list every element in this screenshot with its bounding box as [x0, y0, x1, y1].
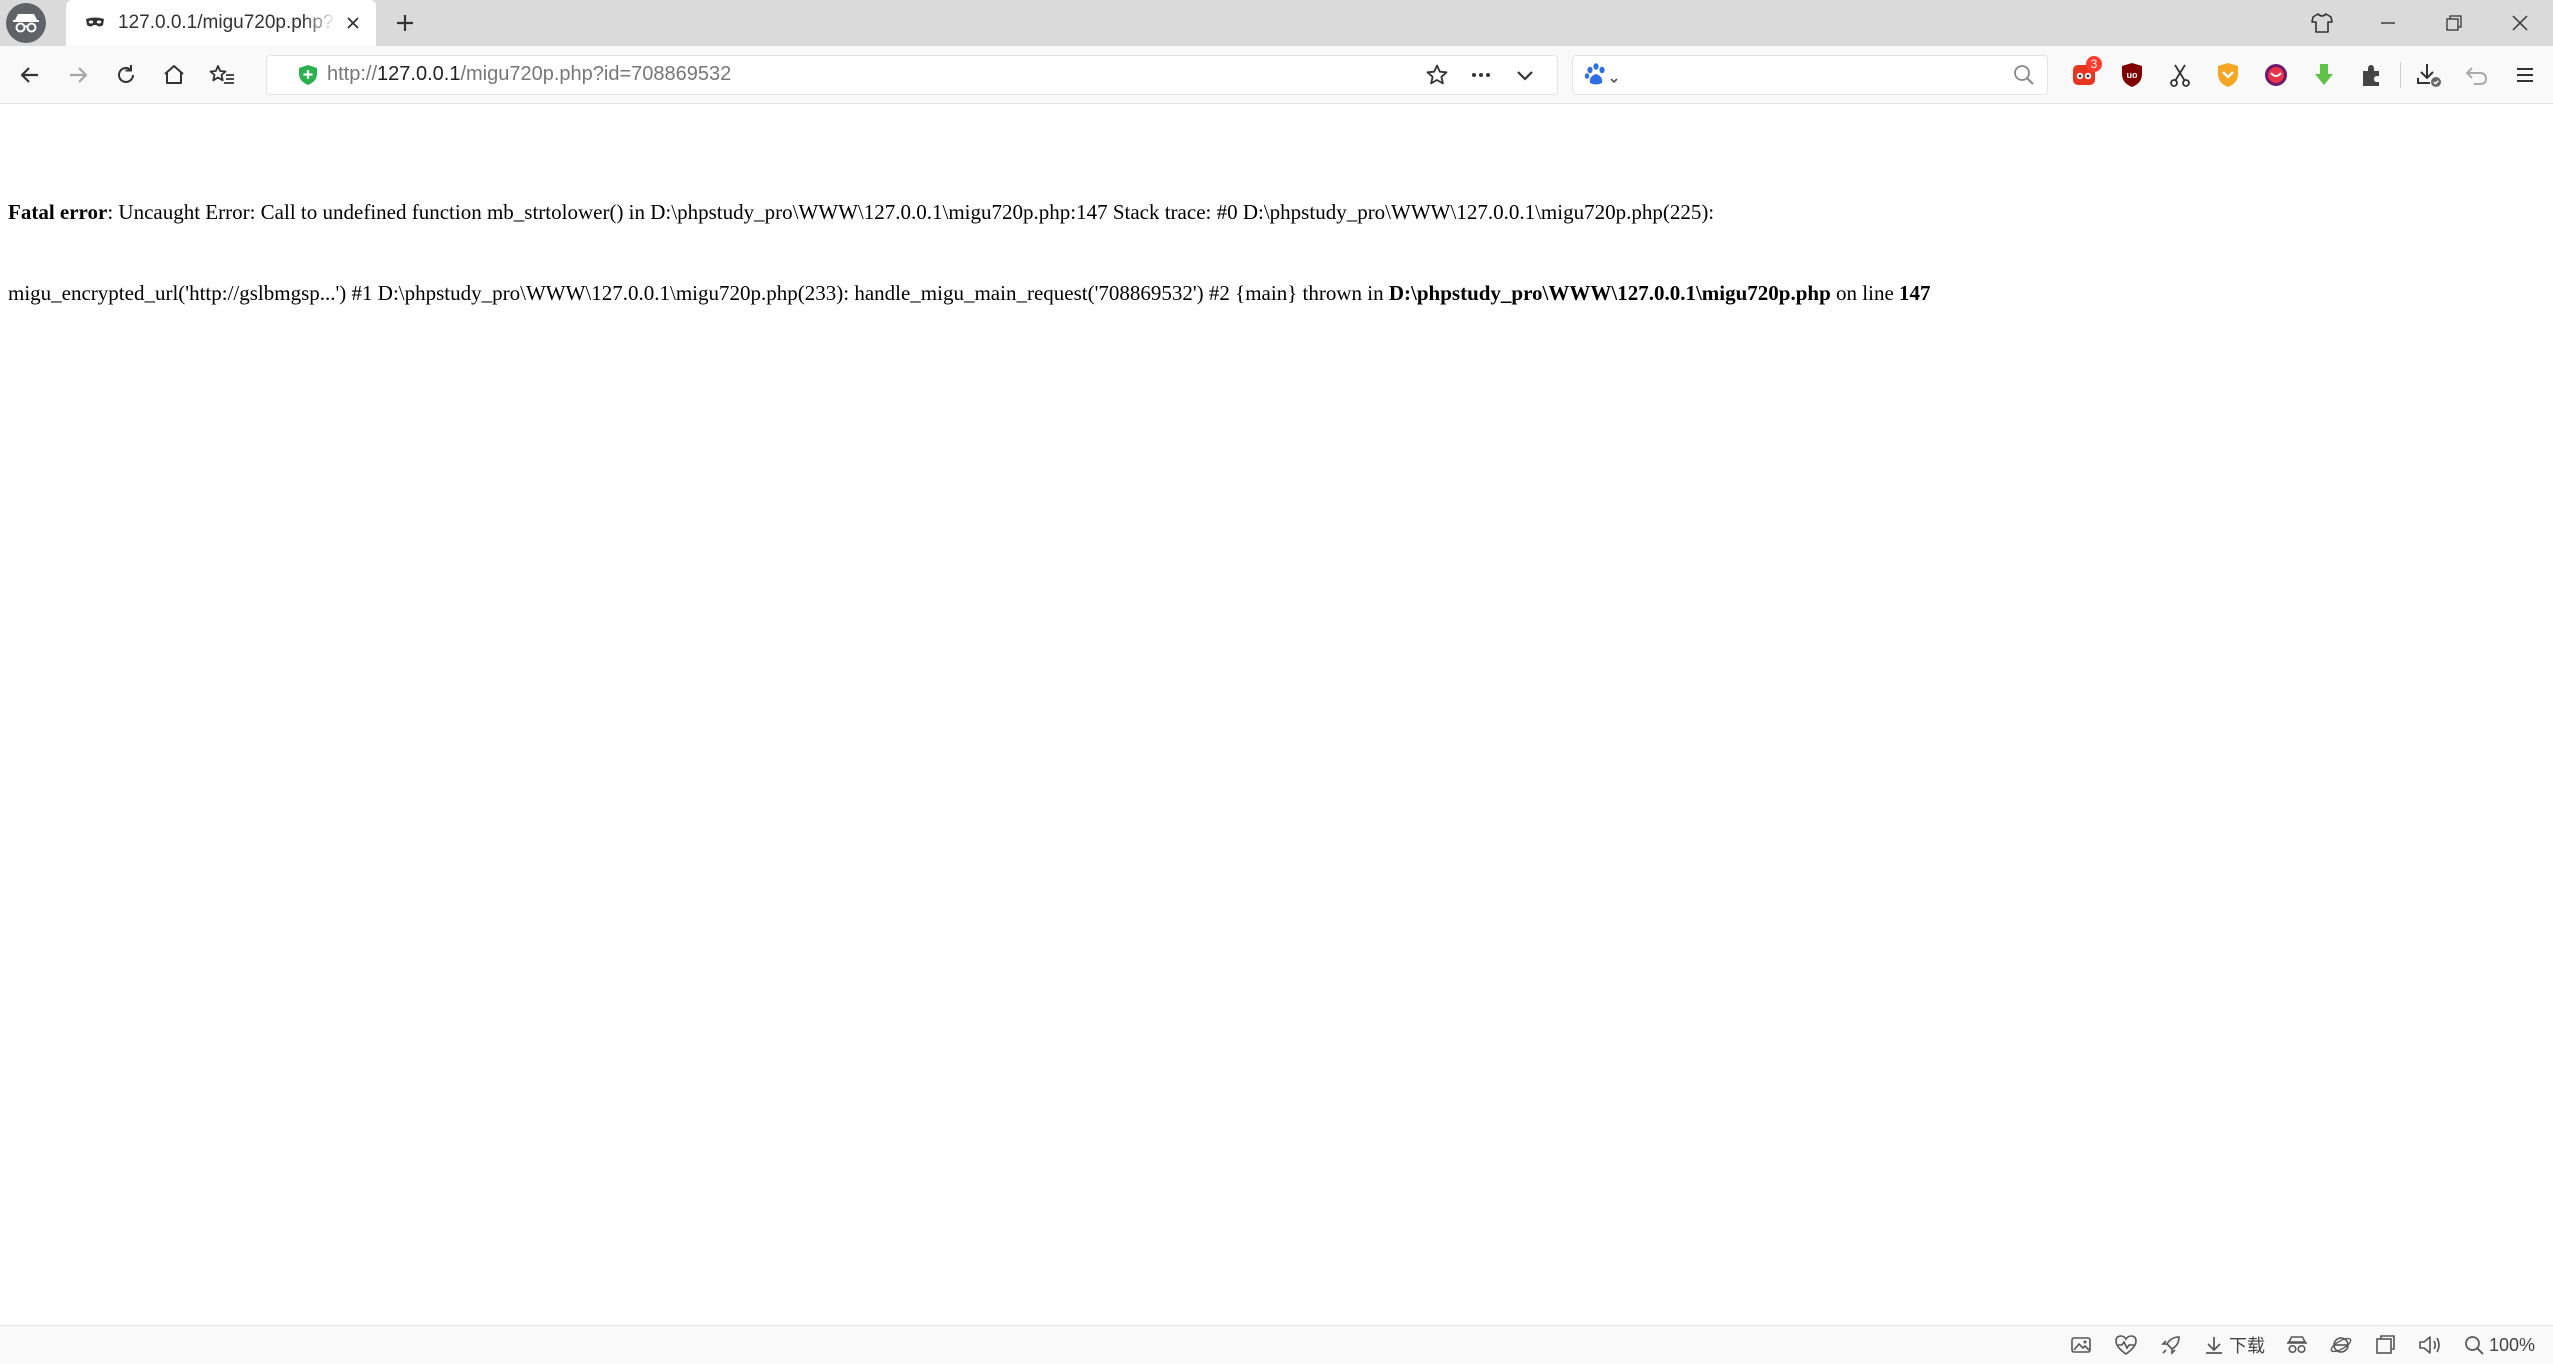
php-fatal-error-message: Fatal error: Uncaught Error: Call to und… [8, 145, 2538, 361]
ublock-icon[interactable]: uo [2108, 51, 2156, 99]
search-box[interactable] [1572, 54, 2048, 95]
home-icon [164, 64, 184, 84]
bookmark-star-button[interactable] [1415, 57, 1459, 93]
chevron-down-icon [1517, 70, 1533, 81]
speaker-icon [2419, 1336, 2440, 1354]
search-input[interactable] [1625, 59, 2011, 90]
search-icon[interactable] [2011, 62, 2037, 88]
download-icon [2205, 1337, 2222, 1354]
shirt-icon [2311, 13, 2333, 33]
incognito-icon [2286, 1336, 2307, 1354]
skin-button[interactable] [2289, 0, 2355, 46]
baidu-paw-icon[interactable] [1583, 61, 1625, 89]
new-tab-button[interactable] [376, 0, 434, 46]
download-label: 下载 [2228, 1336, 2265, 1356]
incognito-icon [6, 3, 46, 43]
restore-button[interactable] [2421, 0, 2487, 46]
main-menu-button[interactable] [2501, 51, 2549, 99]
address-bar[interactable]: http://127.0.0.1/migu720p.php?id=7088695… [266, 54, 1558, 95]
puzzle-extensions-icon[interactable] [2348, 51, 2396, 99]
minimize-icon [2381, 22, 2395, 24]
error-line-1: Fatal error: Uncaught Error: Call to und… [8, 199, 2538, 226]
tab-active[interactable]: 127.0.0.1/migu720p.php?id=708869532 [66, 0, 376, 46]
status-bar: 下载 100% [0, 1325, 2553, 1364]
star-list-icon [209, 64, 234, 84]
back-button[interactable] [6, 51, 54, 99]
zoom-icon [2465, 1336, 2484, 1355]
ie-icon [2330, 1337, 2352, 1353]
error-line-2: migu_encrypted_url('http://gslbmgsp...')… [8, 280, 2538, 307]
error-message: : Uncaught Error: Call to undefined func… [107, 200, 1715, 224]
tab-strip: 127.0.0.1/migu720p.php?id=708869532 [0, 0, 2553, 46]
close-window-button[interactable] [2487, 0, 2553, 46]
sound-button[interactable] [2417, 1327, 2443, 1363]
health-button[interactable] [2113, 1327, 2139, 1363]
reload-button[interactable] [102, 51, 150, 99]
private-mode-badge[interactable] [0, 0, 52, 46]
image-icon [2071, 1337, 2091, 1353]
zoom-level: 100% [2488, 1334, 2535, 1355]
speedup-button[interactable] [2159, 1327, 2183, 1363]
on-line-text: on line [1830, 281, 1900, 305]
error-file: D:\phpstudy_pro\WWW\127.0.0.1\migu720p.p… [1388, 281, 1831, 305]
forward-button[interactable] [54, 51, 102, 99]
error-line-number: 147 [1899, 281, 1931, 305]
undo-icon [2465, 66, 2488, 85]
restore-icon [2446, 15, 2462, 31]
tab-title: 127.0.0.1/migu720p.php?id=708869532 [118, 12, 336, 33]
window-icon [2376, 1335, 2395, 1354]
heart-pulse-icon [2115, 1335, 2137, 1355]
image-toggle-button[interactable] [2069, 1327, 2093, 1363]
reader-extension-icon[interactable]: 3 [2060, 51, 2108, 99]
url-path: /migu720p.php?id=708869532 [460, 63, 732, 85]
url-host: 127.0.0.1 [377, 63, 461, 85]
notification-count-badge: 3 [2086, 55, 2102, 72]
arrow-right-icon [70, 66, 88, 83]
url-scheme: http:// [327, 63, 378, 85]
more-actions-button[interactable] [1459, 57, 1503, 93]
arrow-left-icon [20, 66, 38, 83]
svg-text:uo: uo [2127, 70, 2138, 80]
zoom-button[interactable]: 100% [2463, 1327, 2535, 1363]
error-label: Fatal error [8, 200, 108, 224]
minimize-button[interactable] [2355, 0, 2421, 46]
home-button[interactable] [150, 51, 198, 99]
ie-compat-button[interactable] [2329, 1327, 2353, 1363]
security-shield-icon[interactable] [297, 64, 319, 86]
star-icon [1426, 64, 1448, 84]
browser-window: 127.0.0.1/migu720p.php?id=708869532 [0, 0, 2553, 1364]
mask-favicon-icon [84, 12, 106, 34]
ellipsis-icon [1472, 72, 1490, 77]
window-mode-button[interactable] [2373, 1327, 2397, 1363]
close-tab-icon[interactable] [342, 12, 364, 34]
favorites-button[interactable] [198, 51, 246, 99]
download-icon [2417, 63, 2441, 87]
close-icon [2512, 15, 2528, 31]
plus-icon [397, 15, 413, 31]
reload-icon [118, 64, 134, 83]
private-mode-status-button[interactable] [2285, 1327, 2309, 1363]
url-text[interactable]: http://127.0.0.1/migu720p.php?id=7088695… [327, 63, 1415, 86]
screenshot-scissors-icon[interactable] [2156, 51, 2204, 99]
stack-trace: migu_encrypted_url('http://gslbmgsp...')… [8, 281, 1389, 305]
rocket-icon [2161, 1336, 2180, 1355]
download-status-button[interactable]: 下载 [2203, 1327, 2265, 1363]
shield-ext-icon[interactable] [2204, 51, 2252, 99]
hamburger-menu-icon [2517, 67, 2533, 82]
page-content: Fatal error: Uncaught Error: Call to und… [0, 105, 2553, 1325]
undo-close-tab-button[interactable] [2453, 51, 2501, 99]
history-dropdown-button[interactable] [1503, 57, 1547, 93]
downloads-button[interactable] [2405, 51, 2453, 99]
navigation-toolbar: http://127.0.0.1/migu720p.php?id=7088695… [0, 46, 2553, 104]
red-circle-ext-icon[interactable] [2252, 51, 2300, 99]
green-download-ext-icon[interactable] [2300, 51, 2348, 99]
